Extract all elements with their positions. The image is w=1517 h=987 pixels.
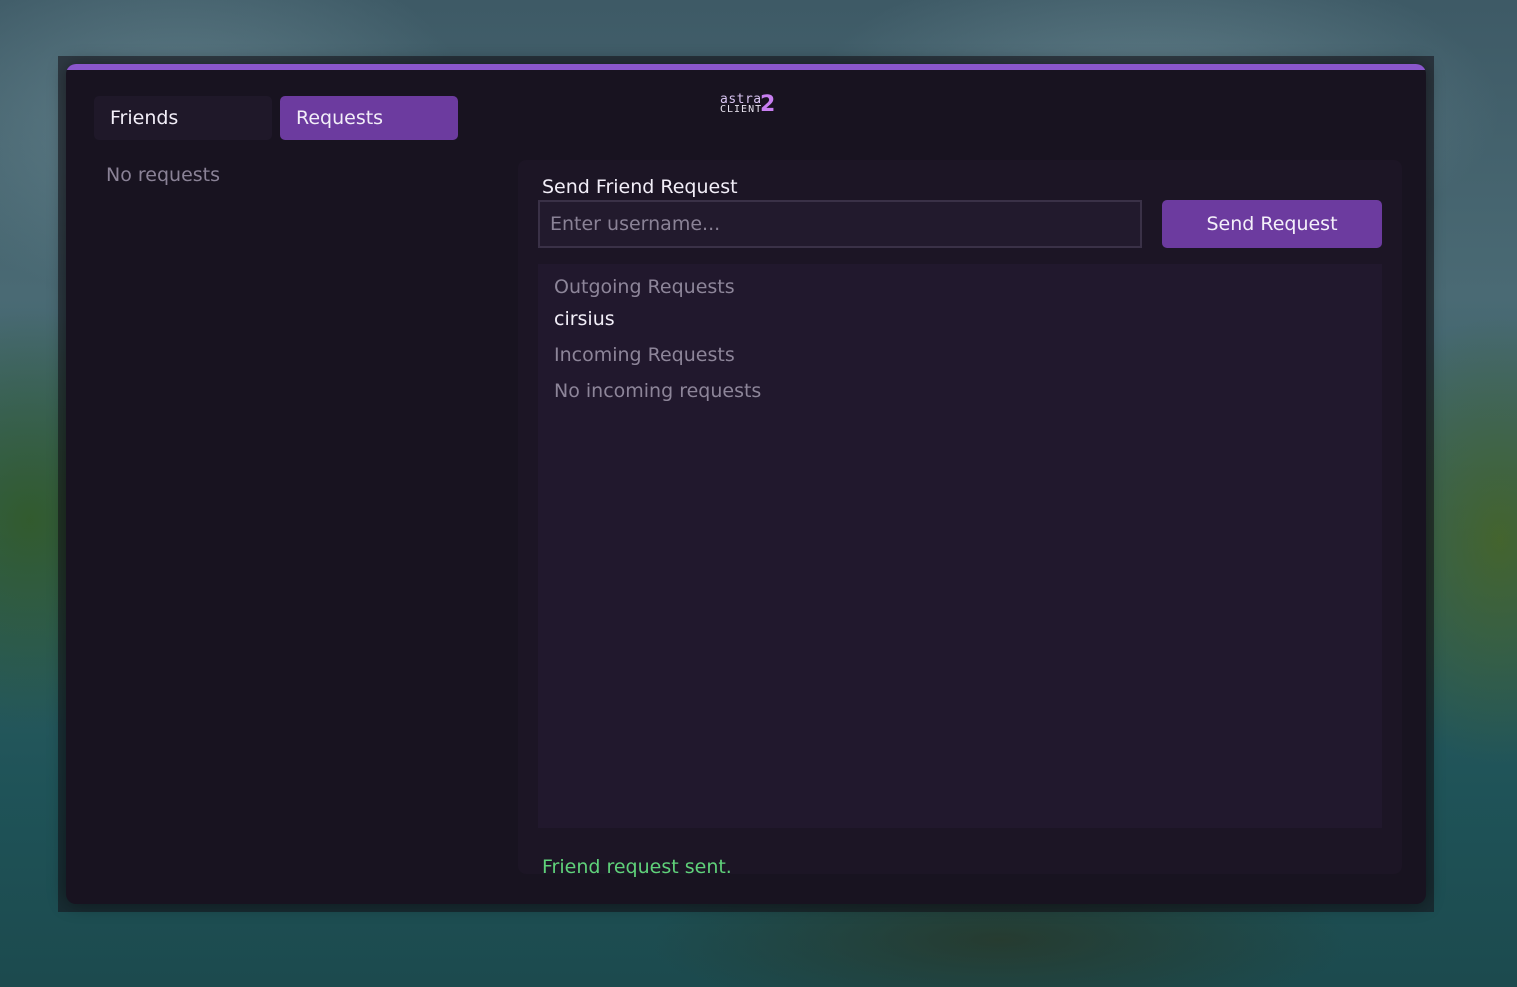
logo-version: 2 [760,92,776,117]
incoming-empty-message: No incoming requests [554,380,762,402]
left-empty-message: No requests [106,164,220,186]
send-request-button[interactable]: Send Request [1162,200,1382,248]
request-panel: Send Friend Request Send Request Outgoin… [518,160,1402,878]
incoming-requests-heading: Incoming Requests [554,344,735,366]
friends-window: Friends Requests No requests astra CLIEN… [66,64,1426,904]
username-input[interactable] [538,200,1142,248]
outgoing-request-item[interactable]: cirsius [554,308,615,330]
window-accent-bar [66,64,1426,70]
logo-client-text: CLIENT [720,104,763,115]
send-request-title: Send Friend Request [542,176,738,198]
astra-client-logo: astra CLIENT 2 [720,92,780,118]
requests-list: Outgoing Requests cirsius Incoming Reque… [538,264,1382,828]
tab-requests[interactable]: Requests [280,96,458,140]
outgoing-requests-heading: Outgoing Requests [554,276,735,298]
tab-friends[interactable]: Friends [94,96,272,140]
status-message: Friend request sent. [542,856,732,878]
